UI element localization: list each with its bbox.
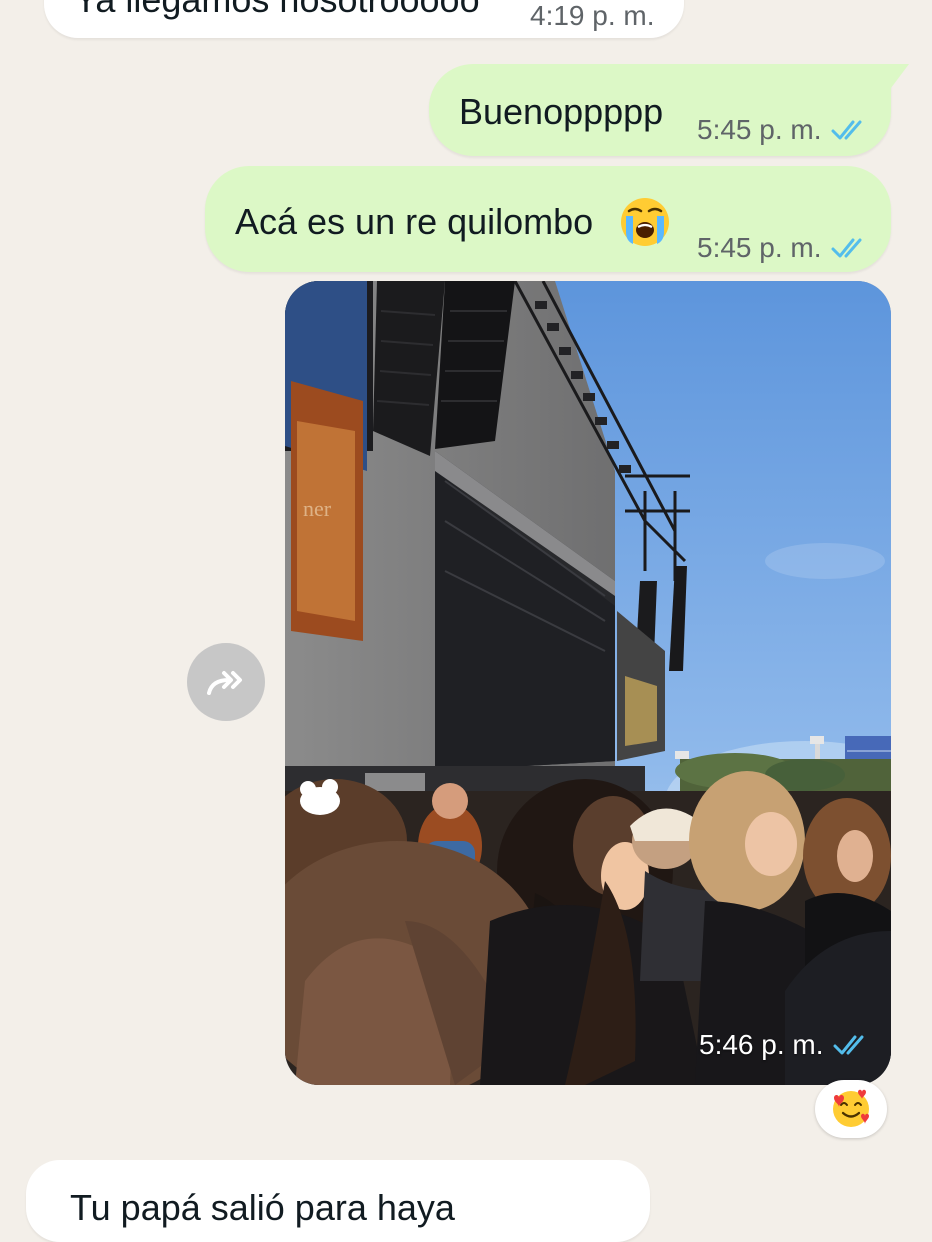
loudly-crying-face-emoji (621, 198, 669, 246)
forward-button[interactable] (187, 643, 265, 721)
message-text: Acá es un re quilombo (235, 201, 594, 242)
smiling-face-with-hearts-emoji (833, 1089, 869, 1127)
photo-message[interactable]: ner 5:46 p. m. (285, 281, 891, 1085)
double-check-icon (831, 238, 862, 258)
double-check-icon (833, 1035, 864, 1055)
message-text: Tu papá salió para haya (70, 1187, 455, 1228)
message-time: 5:45 p. m. (697, 232, 822, 263)
outgoing-message[interactable]: Acá es un re quilombo 5:45 p. m. (205, 166, 891, 272)
reaction-badge[interactable] (815, 1080, 887, 1138)
message-text: Buenoppppp (459, 91, 664, 132)
svg-text:ner: ner (303, 496, 332, 521)
incoming-message[interactable]: Tu papá salió para haya (26, 1160, 650, 1242)
forward-arrow-icon (207, 671, 242, 695)
double-check-icon (831, 120, 862, 140)
message-time: 5:46 p. m. (699, 1029, 824, 1060)
message-time: 5:45 p. m. (697, 114, 822, 145)
outgoing-message[interactable]: Buenoppppp 5:45 p. m. (429, 64, 909, 156)
message-time: 4:19 p. m. (530, 0, 655, 31)
incoming-message[interactable]: Ya llegamos nosotrooooo 4:19 p. m. (44, 0, 684, 38)
message-text: Ya llegamos nosotrooooo (74, 0, 480, 20)
concert-photo: ner (285, 281, 891, 1085)
